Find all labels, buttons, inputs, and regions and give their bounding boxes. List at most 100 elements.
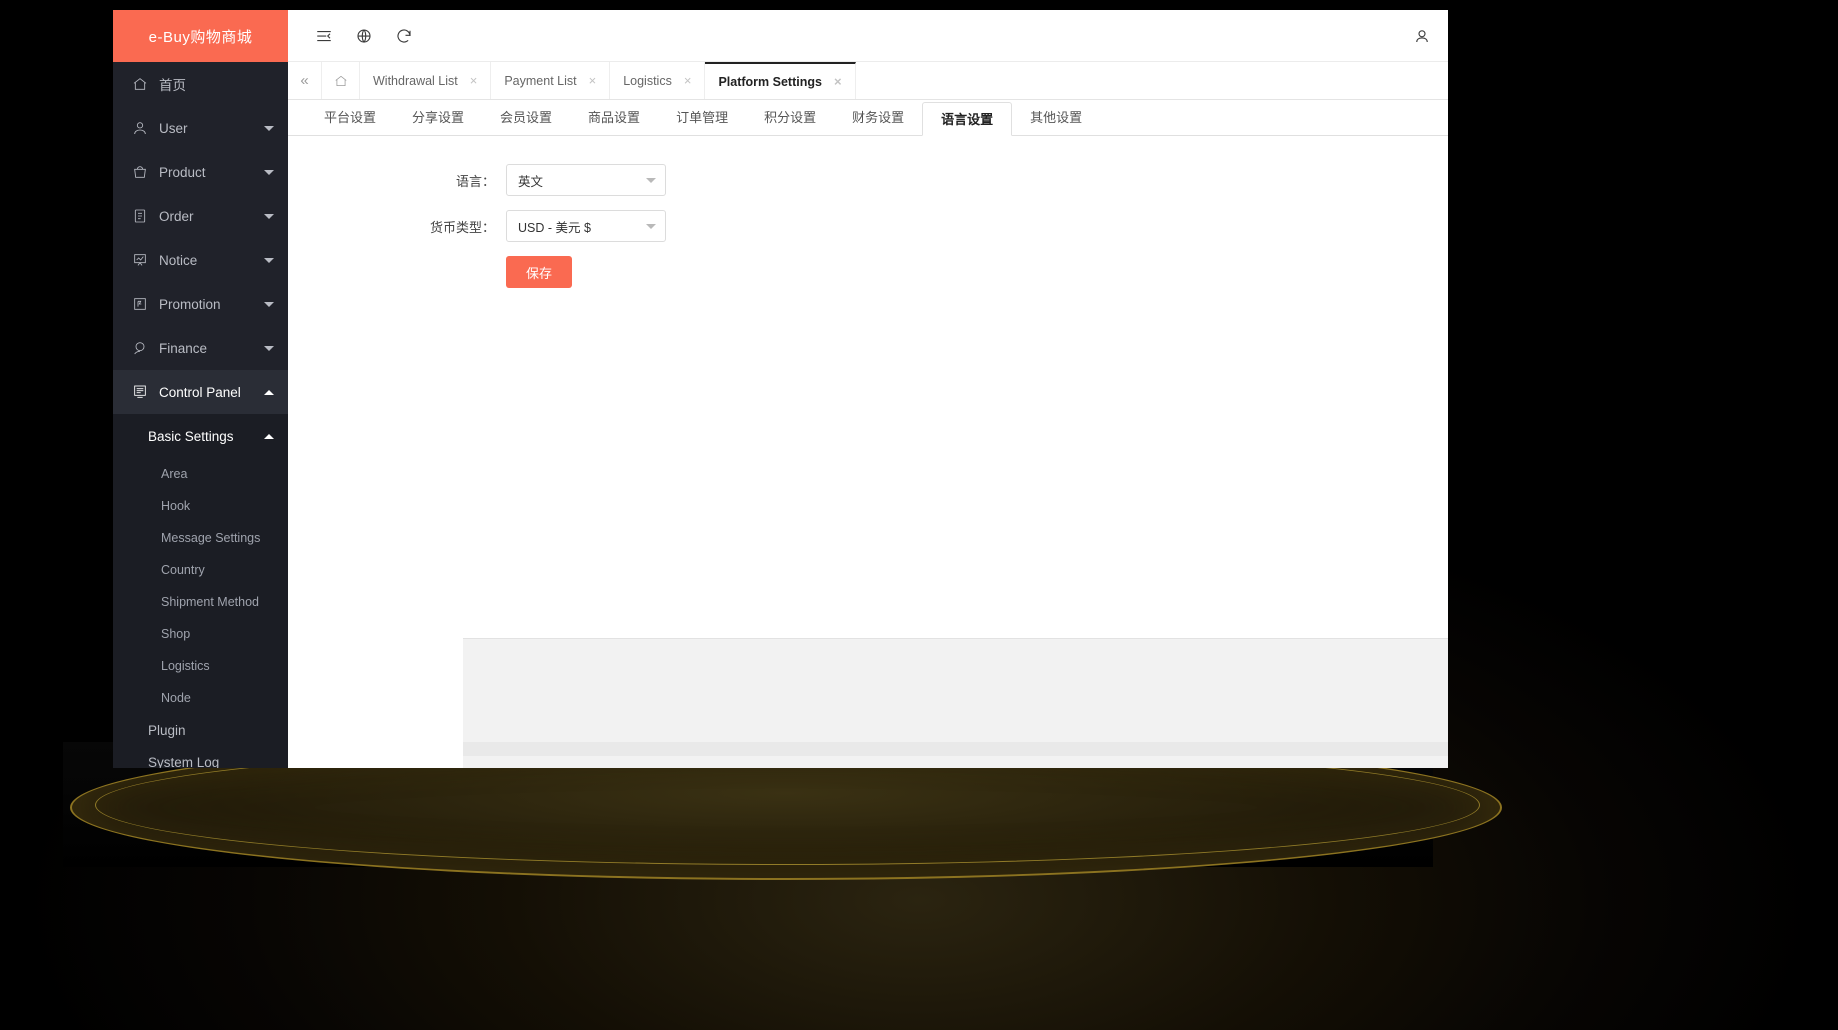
sidebar-item-label: Shop — [161, 627, 191, 641]
sidebar-item-label: Hook — [161, 499, 191, 513]
tab-language-config[interactable]: 语言设置 — [922, 102, 1013, 136]
sidebar-item-system-log[interactable]: System Log — [113, 746, 288, 769]
tab-share-config[interactable]: 分享设置 — [394, 101, 482, 135]
sidebar-item-control-panel[interactable]: Control Panel — [113, 370, 288, 414]
tabs-scroll-left-button[interactable]: « — [288, 62, 322, 99]
sidebar-nav: 首页 User Product Order Notice Promotion F… — [113, 62, 288, 768]
globe-icon[interactable] — [344, 16, 384, 56]
language-select[interactable]: 英文 — [506, 164, 666, 196]
bag-icon — [130, 162, 150, 182]
close-icon[interactable]: × — [834, 74, 842, 89]
home-tab-icon[interactable] — [322, 62, 360, 99]
tab-label: Platform Settings — [718, 74, 822, 89]
sidebar-item-label: Control Panel — [159, 384, 241, 400]
sidebar-item-message-settings[interactable]: Message Settings — [113, 522, 288, 554]
home-icon — [130, 74, 150, 94]
sidebar-item-label: Finance — [159, 340, 208, 356]
sidebar-item-hook[interactable]: Hook — [113, 490, 288, 522]
sidebar-item-shop[interactable]: Shop — [113, 618, 288, 650]
chevron-down-icon — [264, 345, 274, 351]
tab-finance-config[interactable]: 财务设置 — [834, 101, 922, 135]
top-toolbar — [288, 10, 1448, 62]
tab-withdrawal-list[interactable]: Withdrawal List × — [360, 62, 492, 99]
sidebar-item-promotion[interactable]: Promotion — [113, 282, 288, 326]
sidebar-item-label: Message Settings — [161, 531, 261, 545]
admin-app-window: e-Buy购物商城 首页 User Product Order Notice P… — [113, 10, 1448, 768]
language-settings-form: 语言： 英文 货币类型： USD - 美元 $ 保存 — [288, 136, 1448, 288]
sidebar: e-Buy购物商城 首页 User Product Order Notice P… — [113, 10, 288, 768]
sidebar-item-label: Promotion — [159, 296, 221, 312]
brand-title: e-Buy购物商城 — [148, 28, 253, 46]
sidebar-item-area[interactable]: Area — [113, 458, 288, 490]
control-panel-icon — [130, 382, 150, 402]
tab-platform-config[interactable]: 平台设置 — [306, 101, 394, 135]
currency-field-row: 货币类型： USD - 美元 $ — [288, 210, 1448, 242]
user-avatar-icon[interactable] — [1402, 16, 1442, 56]
sidebar-item-product[interactable]: Product — [113, 150, 288, 194]
footer-strip — [463, 742, 1448, 756]
clipboard-icon — [130, 206, 150, 226]
sidebar-item-label: Notice — [159, 252, 198, 268]
sidebar-item-label: Product — [159, 164, 206, 180]
sidebar-item-shipment-method[interactable]: Shipment Method — [113, 586, 288, 618]
content-area: 平台设置 分享设置 会员设置 商品设置 订单管理 积分设置 财务设置 语言设置 … — [288, 100, 1448, 768]
close-icon[interactable]: × — [470, 73, 478, 88]
language-value: 英文 — [518, 174, 544, 189]
user-icon — [130, 118, 150, 138]
currency-select[interactable]: USD - 美元 $ — [506, 210, 666, 242]
control-panel-submenu: Basic Settings Area Hook Message Setting… — [113, 414, 288, 768]
chevron-down-icon — [264, 169, 274, 175]
sidebar-item-label: Basic Settings — [148, 428, 234, 444]
sidebar-item-basic-settings[interactable]: Basic Settings — [113, 414, 288, 458]
tab-platform-settings[interactable]: Platform Settings × — [705, 62, 856, 99]
settings-tabs: 平台设置 分享设置 会员设置 商品设置 订单管理 积分设置 财务设置 语言设置 … — [288, 100, 1448, 136]
tab-logistics[interactable]: Logistics × — [610, 62, 706, 99]
tab-label: Logistics — [623, 73, 672, 88]
chevron-down-icon — [646, 177, 656, 183]
save-button[interactable]: 保存 — [506, 256, 572, 288]
screenshot-stage: e-Buy购物商城 首页 User Product Order Notice P… — [0, 0, 1838, 1030]
tab-label: Withdrawal List — [373, 73, 458, 88]
save-row: 保存 — [288, 256, 1448, 288]
tab-product-config[interactable]: 商品设置 — [570, 101, 658, 135]
sidebar-item-user[interactable]: User — [113, 106, 288, 150]
sidebar-item-label: Order — [159, 208, 194, 224]
close-icon[interactable]: × — [684, 73, 692, 88]
language-label: 语言： — [455, 173, 495, 189]
chevron-down-icon — [264, 301, 274, 307]
chevron-down-icon — [264, 213, 274, 219]
close-icon[interactable]: × — [589, 73, 597, 88]
sidebar-item-label: 首页 — [159, 78, 186, 93]
sidebar-item-label: System Log — [148, 754, 220, 769]
tab-member-config[interactable]: 会员设置 — [482, 101, 570, 135]
sidebar-item-label: Plugin — [148, 722, 186, 738]
chevron-up-icon — [264, 433, 274, 439]
tab-label: Payment List — [504, 73, 577, 88]
refresh-icon[interactable] — [384, 16, 424, 56]
tab-points-config[interactable]: 积分设置 — [746, 101, 834, 135]
sidebar-item-logistics[interactable]: Logistics — [113, 650, 288, 682]
sidebar-item-notice[interactable]: Notice — [113, 238, 288, 282]
promo-icon — [130, 294, 150, 314]
sidebar-item-label: Node — [161, 691, 191, 705]
top-toolbar-right — [1402, 16, 1448, 56]
sidebar-item-node[interactable]: Node — [113, 682, 288, 714]
chart-board-icon — [130, 250, 150, 270]
footer-bar — [463, 638, 1448, 768]
brand-logo[interactable]: e-Buy购物商城 — [113, 10, 288, 62]
tab-other-config[interactable]: 其他设置 — [1012, 101, 1100, 135]
sidebar-item-plugin[interactable]: Plugin — [113, 714, 288, 746]
tab-order-management[interactable]: 订单管理 — [658, 101, 746, 135]
sidebar-item-finance[interactable]: Finance — [113, 326, 288, 370]
language-field-row: 语言： 英文 — [288, 164, 1448, 196]
tab-payment-list[interactable]: Payment List × — [491, 62, 611, 99]
chevron-down-icon — [264, 125, 274, 131]
sidebar-item-home[interactable]: 首页 — [113, 62, 288, 106]
chevron-down-icon — [646, 223, 656, 229]
chevron-up-icon — [264, 389, 274, 395]
tab-strip: « Withdrawal List × Payment List × Logis… — [288, 62, 1448, 100]
sidebar-item-order[interactable]: Order — [113, 194, 288, 238]
menu-fold-icon[interactable] — [304, 16, 344, 56]
sidebar-item-country[interactable]: Country — [113, 554, 288, 586]
chevron-down-icon — [264, 257, 274, 263]
